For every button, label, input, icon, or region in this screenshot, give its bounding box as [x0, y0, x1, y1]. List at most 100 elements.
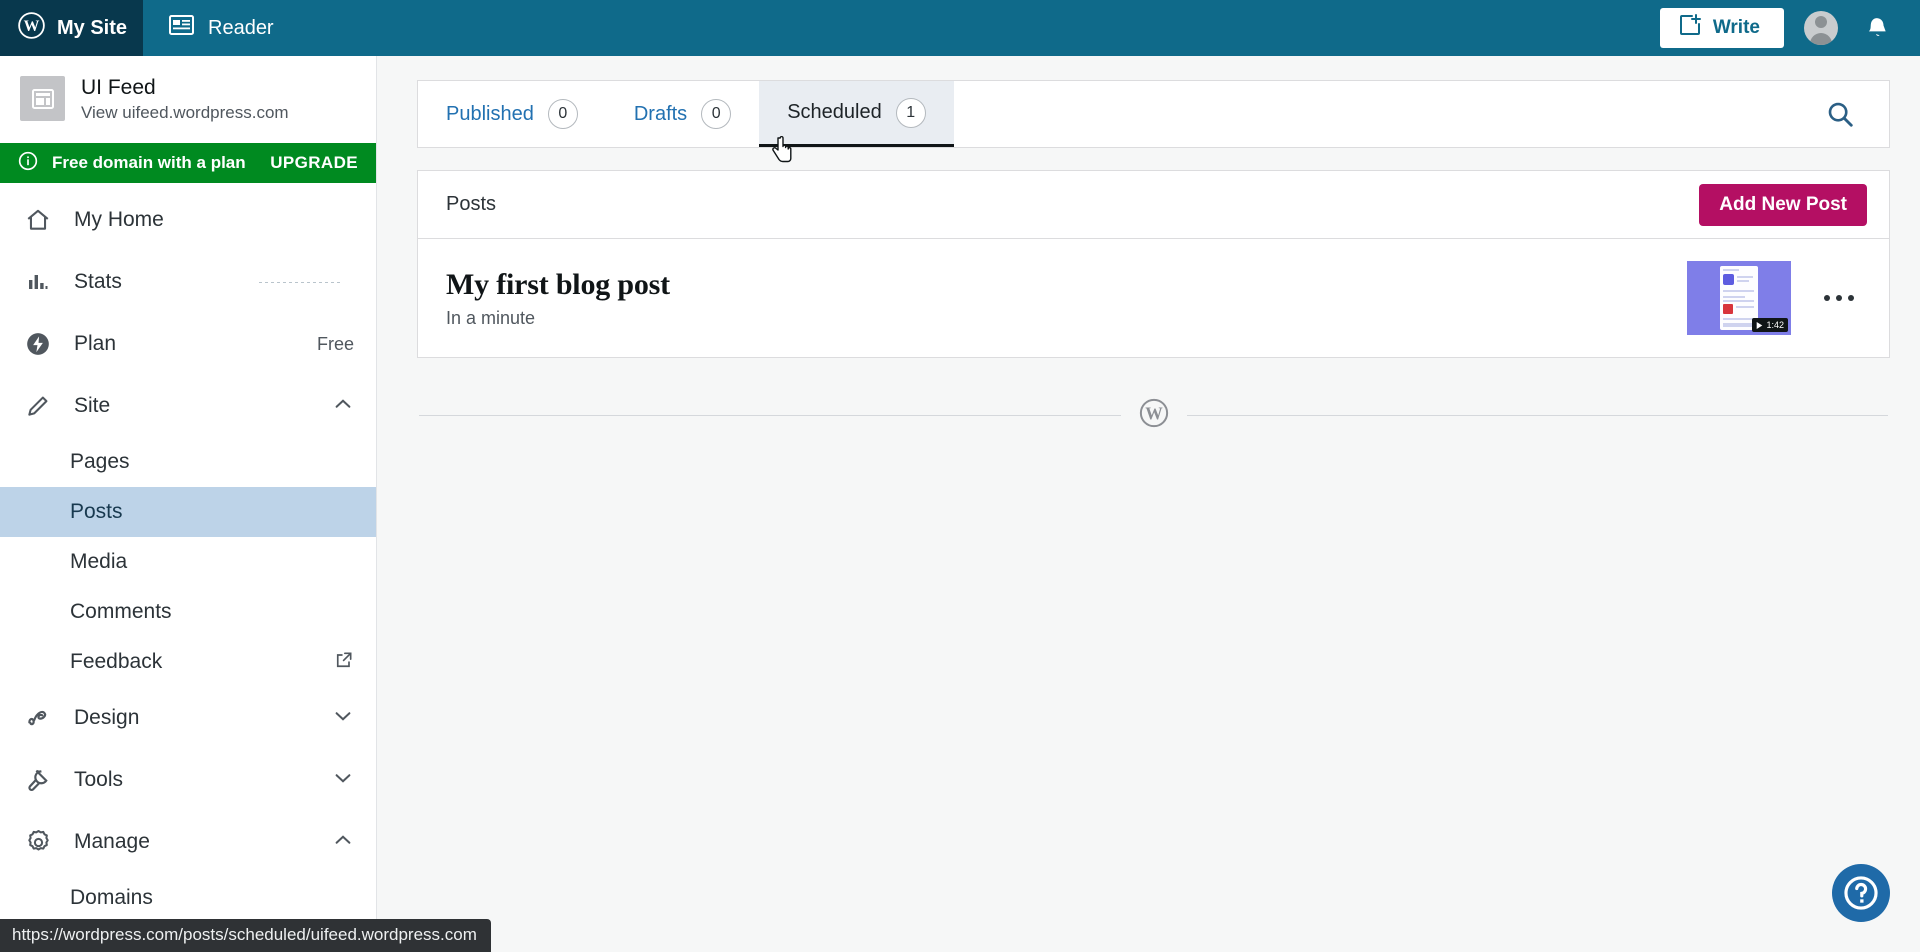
post-date: In a minute — [446, 307, 536, 328]
sidebar-item-design[interactable]: Design — [0, 687, 376, 749]
sidebar-item-label: Plan — [74, 332, 117, 356]
ellipsis-menu-icon[interactable] — [1811, 295, 1867, 301]
post-item-text: My first blog post In a minute — [446, 268, 1667, 329]
sidebar-item-label: Manage — [74, 830, 150, 854]
sidebar-item-domains[interactable]: Domains — [0, 873, 376, 923]
tab-published[interactable]: Published 0 — [418, 81, 606, 147]
posts-list-header: Posts Add New Post — [418, 171, 1889, 239]
write-button[interactable]: Write — [1659, 8, 1784, 48]
masthead-reader-button[interactable]: Reader — [143, 0, 300, 56]
pencil-icon — [24, 393, 52, 419]
sidebar-item-my-home[interactable]: My Home — [0, 189, 376, 251]
masthead-my-site-label: My Site — [57, 16, 128, 39]
chevron-down-icon — [332, 705, 354, 732]
sidebar-item-stats[interactable]: Stats — [0, 251, 376, 313]
masthead-spacer — [300, 0, 1660, 56]
help-question-icon[interactable] — [1832, 864, 1890, 922]
masthead-my-site-button[interactable]: W My Site — [0, 0, 143, 56]
sidebar-item-label: Pages — [70, 450, 130, 474]
post-title[interactable]: My first blog post — [446, 268, 1667, 302]
tab-label: Scheduled — [787, 101, 882, 123]
main-content: Published 0 Drafts 0 Scheduled 1 Posts A… — [377, 56, 1920, 952]
plan-bolt-icon — [24, 331, 52, 357]
sidebar-item-label: Comments — [70, 600, 172, 624]
sidebar-item-label: Stats — [74, 270, 122, 294]
sidebar-item-label: Posts — [70, 500, 123, 524]
tab-drafts[interactable]: Drafts 0 — [606, 81, 759, 147]
write-button-label: Write — [1712, 17, 1760, 38]
tab-label: Drafts — [633, 102, 688, 125]
post-list-item[interactable]: My first blog post In a minute 1:42 — [418, 239, 1889, 357]
status-bar-url: https://wordpress.com/posts/scheduled/ui… — [0, 919, 491, 952]
stats-bars-icon — [24, 270, 52, 294]
thumbnail-app-logo — [1723, 274, 1734, 285]
sidebar-item-tools[interactable]: Tools — [0, 749, 376, 811]
tab-count: 0 — [701, 99, 732, 129]
external-link-icon — [334, 650, 354, 675]
chevron-up-icon — [332, 393, 354, 420]
sidebar-item-label: Feedback — [70, 650, 163, 674]
sidebar-item-plan[interactable]: Plan Free — [0, 313, 376, 375]
sidebar-item-manage[interactable]: Manage — [0, 811, 376, 873]
posts-list-panel: Posts Add New Post My first blog post In… — [417, 170, 1890, 358]
add-new-post-button[interactable]: Add New Post — [1699, 183, 1867, 226]
post-thumbnail[interactable]: 1:42 — [1687, 261, 1791, 335]
sidebar-item-label: Tools — [74, 768, 124, 792]
sidebar-item-label: Media — [70, 550, 128, 574]
avatar-body — [1810, 33, 1832, 45]
sidebar-item-label: Site — [74, 394, 111, 418]
upgrade-banner[interactable]: Free domain with a plan UPGRADE — [0, 143, 376, 184]
home-icon — [24, 207, 52, 233]
stats-sparkline — [259, 281, 342, 283]
write-plus-icon — [1678, 13, 1702, 43]
search-icon[interactable] — [1791, 81, 1889, 147]
tools-wrench-icon — [24, 767, 52, 793]
post-status-tabs: Published 0 Drafts 0 Scheduled 1 — [417, 80, 1890, 148]
sidebar-item-label: Domains — [70, 886, 153, 910]
thumbnail-highlight-tile — [1723, 304, 1733, 314]
upgrade-banner-cta[interactable]: UPGRADE — [270, 153, 358, 173]
tabs-spacer — [954, 81, 1791, 147]
avatar[interactable] — [1804, 11, 1838, 45]
svg-text:W: W — [1145, 403, 1163, 423]
tab-label: Published — [446, 102, 534, 125]
divider-line-left — [419, 415, 1121, 416]
chevron-up-icon — [332, 829, 354, 856]
sidebar-item-label: My Home — [74, 208, 164, 232]
site-placeholder-icon — [20, 76, 65, 122]
tab-count: 1 — [895, 97, 926, 128]
site-name: UI Feed — [81, 76, 156, 99]
gear-icon — [24, 829, 52, 856]
reader-icon — [169, 14, 194, 42]
sidebar-item-posts[interactable]: Posts — [0, 487, 376, 538]
svg-text:W: W — [24, 18, 40, 35]
notifications-bell-icon[interactable] — [1864, 13, 1890, 44]
sidebar-item-feedback[interactable]: Feedback — [0, 637, 376, 687]
sidebar-item-label: Design — [74, 706, 140, 730]
divider-line-right — [1186, 415, 1888, 416]
site-url: View uifeed.wordpress.com — [81, 103, 289, 123]
chevron-down-icon — [332, 767, 354, 794]
sidebar-item-media[interactable]: Media — [0, 537, 376, 587]
upgrade-banner-text: Free domain with a plan — [52, 153, 246, 173]
info-circle-icon — [18, 151, 38, 176]
sidebar-item-pages[interactable]: Pages — [0, 437, 376, 487]
wordpress-logo-icon: W — [18, 11, 45, 45]
wordpress-logo-divider: W — [417, 398, 1890, 433]
thumbnail-duration-badge: 1:42 — [1752, 318, 1788, 332]
thumbnail-duration-text: 1:42 — [1766, 320, 1784, 330]
sidebar-item-site[interactable]: Site — [0, 375, 376, 437]
sidebar-item-plan-value: Free — [316, 333, 354, 354]
sidebar: UI Feed View uifeed.wordpress.com Free d… — [0, 56, 377, 952]
masthead: W My Site Reader Write — [0, 0, 1920, 56]
tab-count: 0 — [547, 99, 578, 129]
play-triangle-icon — [1757, 321, 1763, 329]
posts-list-title: Posts — [446, 193, 497, 215]
site-card[interactable]: UI Feed View uifeed.wordpress.com — [0, 56, 376, 143]
masthead-reader-label: Reader — [208, 16, 274, 39]
sidebar-nav: My Home Stats Plan Free Site Pages Posts… — [0, 183, 376, 923]
tab-scheduled[interactable]: Scheduled 1 — [759, 81, 954, 147]
sidebar-item-comments[interactable]: Comments — [0, 587, 376, 637]
avatar-head — [1815, 16, 1827, 28]
wordpress-logo-icon: W — [1139, 398, 1169, 433]
